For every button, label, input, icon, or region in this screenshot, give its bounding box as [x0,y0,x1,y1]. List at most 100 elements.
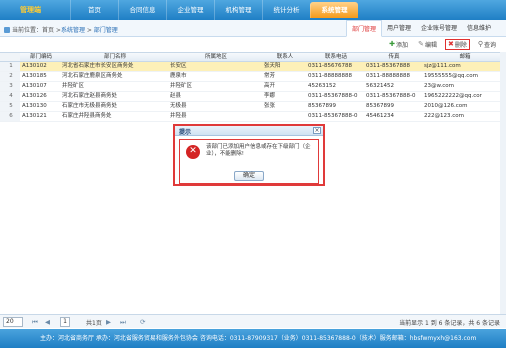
cell-region: 无极县 [170,103,187,109]
header-code[interactable]: 部门编码 [20,53,60,61]
row-number: 1 [0,62,20,71]
ok-button[interactable]: 确定 [234,171,264,181]
cell-contact: 张张 [264,103,276,109]
header-fax[interactable]: 传真 [364,53,422,61]
cell-region: 鹿泉市 [170,73,187,79]
cell-email: 222@123.com [424,113,464,119]
page-size-select[interactable]: 20 [3,317,23,327]
cell-fax: 56321452 [366,83,394,89]
cell-contact: 常芳 [264,73,276,79]
header-region[interactable]: 所属地区 [168,53,262,61]
nav-item-contracts[interactable]: 合同信息 [118,0,166,20]
pencil-icon: ✎ [418,40,424,48]
cell-name: 河北石家庄赵县商务处 [62,93,118,99]
top-navigation-bar: 管理端 首页 合同信息 企业管理 机构管理 统计分析 系统管理 [0,0,506,20]
table-row[interactable]: 4 A130126 河北石家庄赵县商务处 赵县 李娜 0311-85367888… [0,92,506,102]
breadcrumb-section-link[interactable]: 系统管理 [61,27,85,34]
delete-x-icon: ✖ [447,40,454,48]
header-rownum [0,53,20,61]
header-contact[interactable]: 联系人 [262,53,306,61]
row-number: 3 [0,82,20,91]
table-row[interactable]: 1 A130102 河北省石家庄市长安区商务处 长安区 张天阳 0311-856… [0,62,506,72]
cell-phone: 0311-85367888-0 [308,113,358,119]
nav-item-statistics[interactable]: 统计分析 [262,0,310,20]
header-email[interactable]: 邮箱 [422,53,506,61]
cell-fax: 0311-85367888-0 [366,93,416,99]
cell-phone: 0311-85367888-0 [308,93,358,99]
cell-code: A130185 [22,73,47,79]
add-label: 添加 [396,41,409,49]
cell-phone: 0311-88888888 [308,73,352,79]
cell-phone: 0311-85676788 [308,63,352,69]
dialog-body: ✕ 该部门已添加用户信息或存在下级部门（企业），不能删除! 确定 [179,139,319,184]
cell-contact: 李娜 [264,93,276,99]
delete-button[interactable]: ✖ 删除 [444,38,470,50]
tab-department[interactable]: 部门管理 [345,20,382,37]
cell-email: 19555555@qq.com [424,73,478,79]
cell-code: A130121 [22,113,47,119]
query-button[interactable]: ⚲ 查询 [476,40,498,49]
tab-info-maintenance[interactable]: 信息维护 [462,20,496,37]
nav-item-system[interactable]: 系统管理 [310,2,358,18]
cell-region: 长安区 [170,63,187,69]
department-table: 部门编码 部门名称 所属地区 联系人 联系电话 传真 邮箱 1 A130102 … [0,52,506,122]
row-number: 2 [0,72,20,81]
cell-phone: 85367899 [308,103,336,109]
breadcrumb-prefix: 当前位置：首页 > [12,27,61,34]
toolbar: ✚ 添加 ✎ 编辑 ✖ 删除 ⚲ 查询 [387,38,498,50]
prev-page-icon[interactable]: ◀ [45,318,50,326]
row-number: 5 [0,102,20,111]
cell-name: 石家庄市无极县商务处 [62,103,118,109]
cell-code: A130126 [22,93,47,99]
cell-fax: 0311-85367888 [366,63,410,69]
cell-name: 石家庄井陉县商务处 [62,113,112,119]
cell-email: 23@w.com [424,83,454,89]
cell-contact: 张天阳 [264,63,281,69]
add-button[interactable]: ✚ 添加 [387,40,410,49]
error-icon: ✕ [186,145,200,159]
cell-code: A130102 [22,63,47,69]
sub-tabs: 部门管理 用户管理 企业账号管理 信息维护 [345,20,496,37]
cell-phone: 45263152 [308,83,336,89]
cell-name: 河北石家庄鹿泉区商务处 [62,73,123,79]
pagination-bar: 20 ⏮ ◀ 1 共1页 ▶ ⏭ ⟳ 当前显示 1 到 6 条记录，共 6 条记… [0,314,506,328]
header-name[interactable]: 部门名称 [60,53,168,61]
next-page-icon[interactable]: ▶ [106,318,111,326]
table-row[interactable]: 3 A130107 井陉矿区 井陉矿区 高开 45263152 56321452… [0,82,506,92]
breadcrumb: 当前位置：首页 >系统管理 > 部门管理 [4,25,118,34]
total-pages-label: 共1页 [86,320,102,327]
plus-icon: ✚ [389,40,396,48]
table-row[interactable]: 2 A130185 河北石家庄鹿泉区商务处 鹿泉市 常芳 0311-888888… [0,72,506,82]
page-number-input[interactable]: 1 [60,317,70,327]
edit-button[interactable]: ✎ 编辑 [416,40,439,49]
cell-contact: 高开 [264,83,276,89]
cell-fax: 0311-88888888 [366,73,410,79]
pagination-info: 当前显示 1 到 6 条记录，共 6 条记录 [399,320,500,327]
nav-item-institutions[interactable]: 机构管理 [214,0,262,20]
close-icon[interactable]: × [313,127,321,134]
delete-label: 删除 [454,41,467,49]
table-row[interactable]: 6 A130121 石家庄井陉县商务处 井陉县 0311-85367888-0 … [0,112,506,122]
refresh-icon[interactable]: ⟳ [140,318,145,326]
dialog-titlebar: 提示 × [175,126,323,136]
breadcrumb-page: 部门管理 [93,27,118,34]
tab-users[interactable]: 用户管理 [382,20,416,37]
cell-code: A130107 [22,83,47,89]
cell-code: A130130 [22,103,47,109]
cell-email: 2010@126.com [424,103,468,109]
cell-region: 赵县 [170,93,182,99]
breadcrumb-sep: > [84,27,94,34]
table-header: 部门编码 部门名称 所属地区 联系人 联系电话 传真 邮箱 [0,52,506,62]
nav-item-home[interactable]: 首页 [70,0,118,20]
alert-dialog: 提示 × ✕ 该部门已添加用户信息或存在下级部门（企业），不能删除! 确定 [173,124,325,186]
row-number: 6 [0,112,20,121]
tab-enterprise-accounts[interactable]: 企业账号管理 [416,20,462,37]
first-page-icon[interactable]: ⏮ [32,318,38,327]
cell-fax: 85367899 [366,103,394,109]
app-brand: 管理端 [20,6,41,14]
nav-item-enterprises[interactable]: 企业管理 [166,0,214,20]
header-phone[interactable]: 联系电话 [306,53,364,61]
last-page-icon[interactable]: ⏭ [120,318,126,327]
vertical-scrollbar[interactable] [500,52,506,314]
table-row[interactable]: 5 A130130 石家庄市无极县商务处 无极县 张张 85367899 853… [0,102,506,112]
